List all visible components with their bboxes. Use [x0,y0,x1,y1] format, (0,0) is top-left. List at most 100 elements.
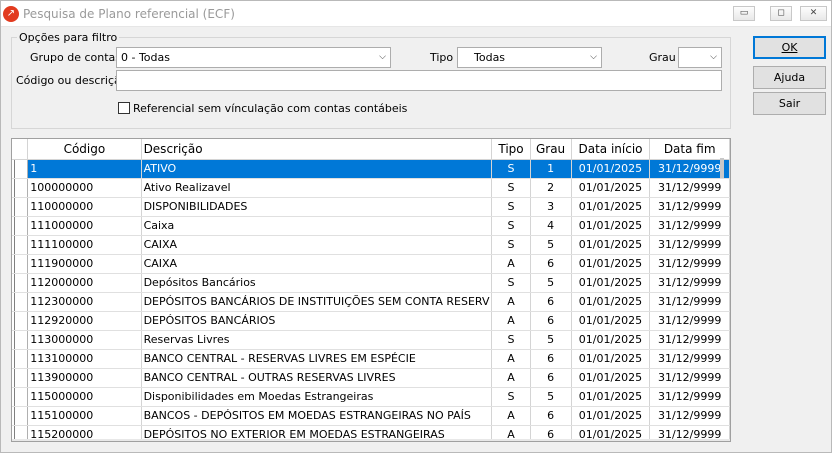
sem-vinculacao-checkbox[interactable] [118,102,130,114]
row-indicator[interactable] [12,292,29,312]
table-row[interactable]: 115100000 BANCOS - DEPÓSITOS EM MOEDAS ES… [12,406,730,426]
cell-data-fim: 31/12/9999 [649,406,730,426]
close-button[interactable]: ✕ [800,6,827,21]
header-data-fim[interactable]: Data fim [649,139,730,160]
cell-grau: 4 [530,216,572,236]
cell-data-inicio: 01/01/2025 [571,292,651,312]
table-row[interactable]: 1 ATIVO S 1 01/01/2025 31/12/9999 [12,159,730,179]
chevron-down-icon: ⌵ [379,52,386,62]
window-title: Pesquisa de Plano referencial (ECF) [23,7,235,21]
app-chart-icon: ↗ [3,6,19,22]
cell-data-fim: 31/12/9999 [649,197,730,217]
cell-grau: 5 [530,387,572,407]
table-row[interactable]: 113100000 BANCO CENTRAL - RESERVAS LIVRES… [12,349,730,369]
header-descricao[interactable]: Descrição [141,139,493,160]
table-row[interactable]: 100000000 Ativo Realizavel S 2 01/01/2025 31/… [12,178,730,198]
cell-tipo: S [491,216,531,236]
table-row[interactable]: 111100000 CAIXA S 5 01/01/2025 31/12/9999 [12,235,730,255]
grau-label: Grau [649,51,676,64]
row-indicator-mark [14,292,25,310]
tipo-combo[interactable]: Todas ⌵ [457,47,602,68]
cell-data-inicio: 01/01/2025 [571,235,651,255]
ajuda-button[interactable]: Ajuda [753,66,826,89]
cell-tipo: S [491,197,531,217]
cell-descricao: DEPÓSITOS BANCÁRIOS [141,311,493,331]
cell-grau: 6 [530,292,572,312]
row-indicator[interactable] [12,235,29,255]
cell-grau: 6 [530,406,572,426]
cell-tipo: A [491,311,531,331]
cell-data-inicio: 01/01/2025 [571,406,651,426]
cell-codigo: 112920000 [27,311,142,331]
ok-button[interactable]: OK [753,36,826,59]
grid-scroll-thumb[interactable] [720,158,724,178]
row-indicator[interactable] [12,178,29,198]
cell-codigo: 111900000 [27,254,142,274]
cell-descricao: BANCO CENTRAL - RESERVAS LIVRES EM ESPÉC… [141,349,493,369]
cell-grau: 5 [530,330,572,350]
cell-codigo: 115000000 [27,387,142,407]
table-row[interactable]: 113000000 Reservas Livres S 5 01/01/2025 31/1… [12,330,730,350]
search-dialog: ↗ Pesquisa de Plano referencial (ECF) ▭ … [0,0,832,453]
cell-descricao: BANCOS - DEPÓSITOS EM MOEDAS ESTRANGEIRA… [141,406,493,426]
table-row[interactable]: 112000000 Depósitos Bancários S 5 01/01/2025… [12,273,730,293]
row-indicator-mark [14,330,25,348]
table-row[interactable]: 113900000 BANCO CENTRAL - OUTRAS RESERVAS… [12,368,730,388]
row-indicator[interactable] [12,273,29,293]
row-indicator[interactable] [12,311,29,331]
grau-combo[interactable]: ⌵ [678,47,722,68]
row-indicator-mark [14,311,25,329]
table-row[interactable]: 110000000 DISPONIBILIDADES S 3 01/01/2025 31/… [12,197,730,217]
row-indicator-mark [14,178,25,196]
row-indicator[interactable] [12,387,29,407]
grid-bottom-border [12,439,730,441]
row-indicator[interactable] [12,216,29,236]
table-row[interactable]: 111000000 Caixa S 4 01/01/2025 31/12/9999 [12,216,730,236]
minimize-button[interactable]: ▭ [733,6,755,21]
row-indicator[interactable] [12,197,29,217]
header-grau[interactable]: Grau [530,139,572,160]
cell-tipo: A [491,368,531,388]
chevron-down-icon: ⌵ [590,52,597,62]
cell-grau: 5 [530,273,572,293]
cell-data-fim: 31/12/9999 [649,254,730,274]
filter-group-legend: Opções para filtro [17,31,120,44]
cell-data-fim: 31/12/9999 [649,387,730,407]
cell-tipo: A [491,349,531,369]
grupo-combo-value: 0 - Todas [121,51,170,64]
row-indicator-mark [14,349,25,367]
table-row[interactable]: 111900000 CAIXA A 6 01/01/2025 31/12/9999 [12,254,730,274]
header-tipo[interactable]: Tipo [491,139,531,160]
cell-data-fim: 31/12/9999 [649,330,730,350]
cell-data-inicio: 01/01/2025 [571,349,651,369]
row-indicator-mark [14,387,25,405]
sem-vinculacao-label[interactable]: Referencial sem vínculação com contas co… [133,102,407,115]
cell-data-inicio: 01/01/2025 [571,178,651,198]
restore-button[interactable]: ◻ [770,6,792,21]
header-data-inicio[interactable]: Data início [571,139,651,160]
table-row[interactable]: 112300000 DEPÓSITOS BANCÁRIOS DE INSTITUI… [12,292,730,312]
table-row[interactable]: 112920000 DEPÓSITOS BANCÁRIOS A 6 01/01/2025… [12,311,730,331]
codigo-descricao-input[interactable] [116,70,722,91]
cell-data-inicio: 01/01/2025 [571,254,651,274]
header-indicator [12,139,29,160]
row-indicator[interactable] [12,254,29,274]
cell-tipo: S [491,387,531,407]
results-grid[interactable]: Código Descrição Tipo Grau Data início D… [11,138,731,442]
sair-button[interactable]: Sair [753,92,826,115]
cell-data-inicio: 01/01/2025 [571,330,651,350]
cell-tipo: S [491,330,531,350]
cell-data-inicio: 01/01/2025 [571,387,651,407]
row-indicator[interactable] [12,406,29,426]
cell-data-inicio: 01/01/2025 [571,311,651,331]
table-row[interactable]: 115000000 Disponibilidades em Moedas Estr… [12,387,730,407]
row-indicator[interactable] [12,159,29,179]
row-indicator-mark [14,216,25,234]
row-indicator[interactable] [12,368,29,388]
header-codigo[interactable]: Código [27,139,142,160]
grupo-combo[interactable]: 0 - Todas ⌵ [116,47,391,68]
cell-grau: 2 [530,178,572,198]
row-indicator[interactable] [12,349,29,369]
row-indicator[interactable] [12,330,29,350]
cell-codigo: 1 [27,159,142,179]
